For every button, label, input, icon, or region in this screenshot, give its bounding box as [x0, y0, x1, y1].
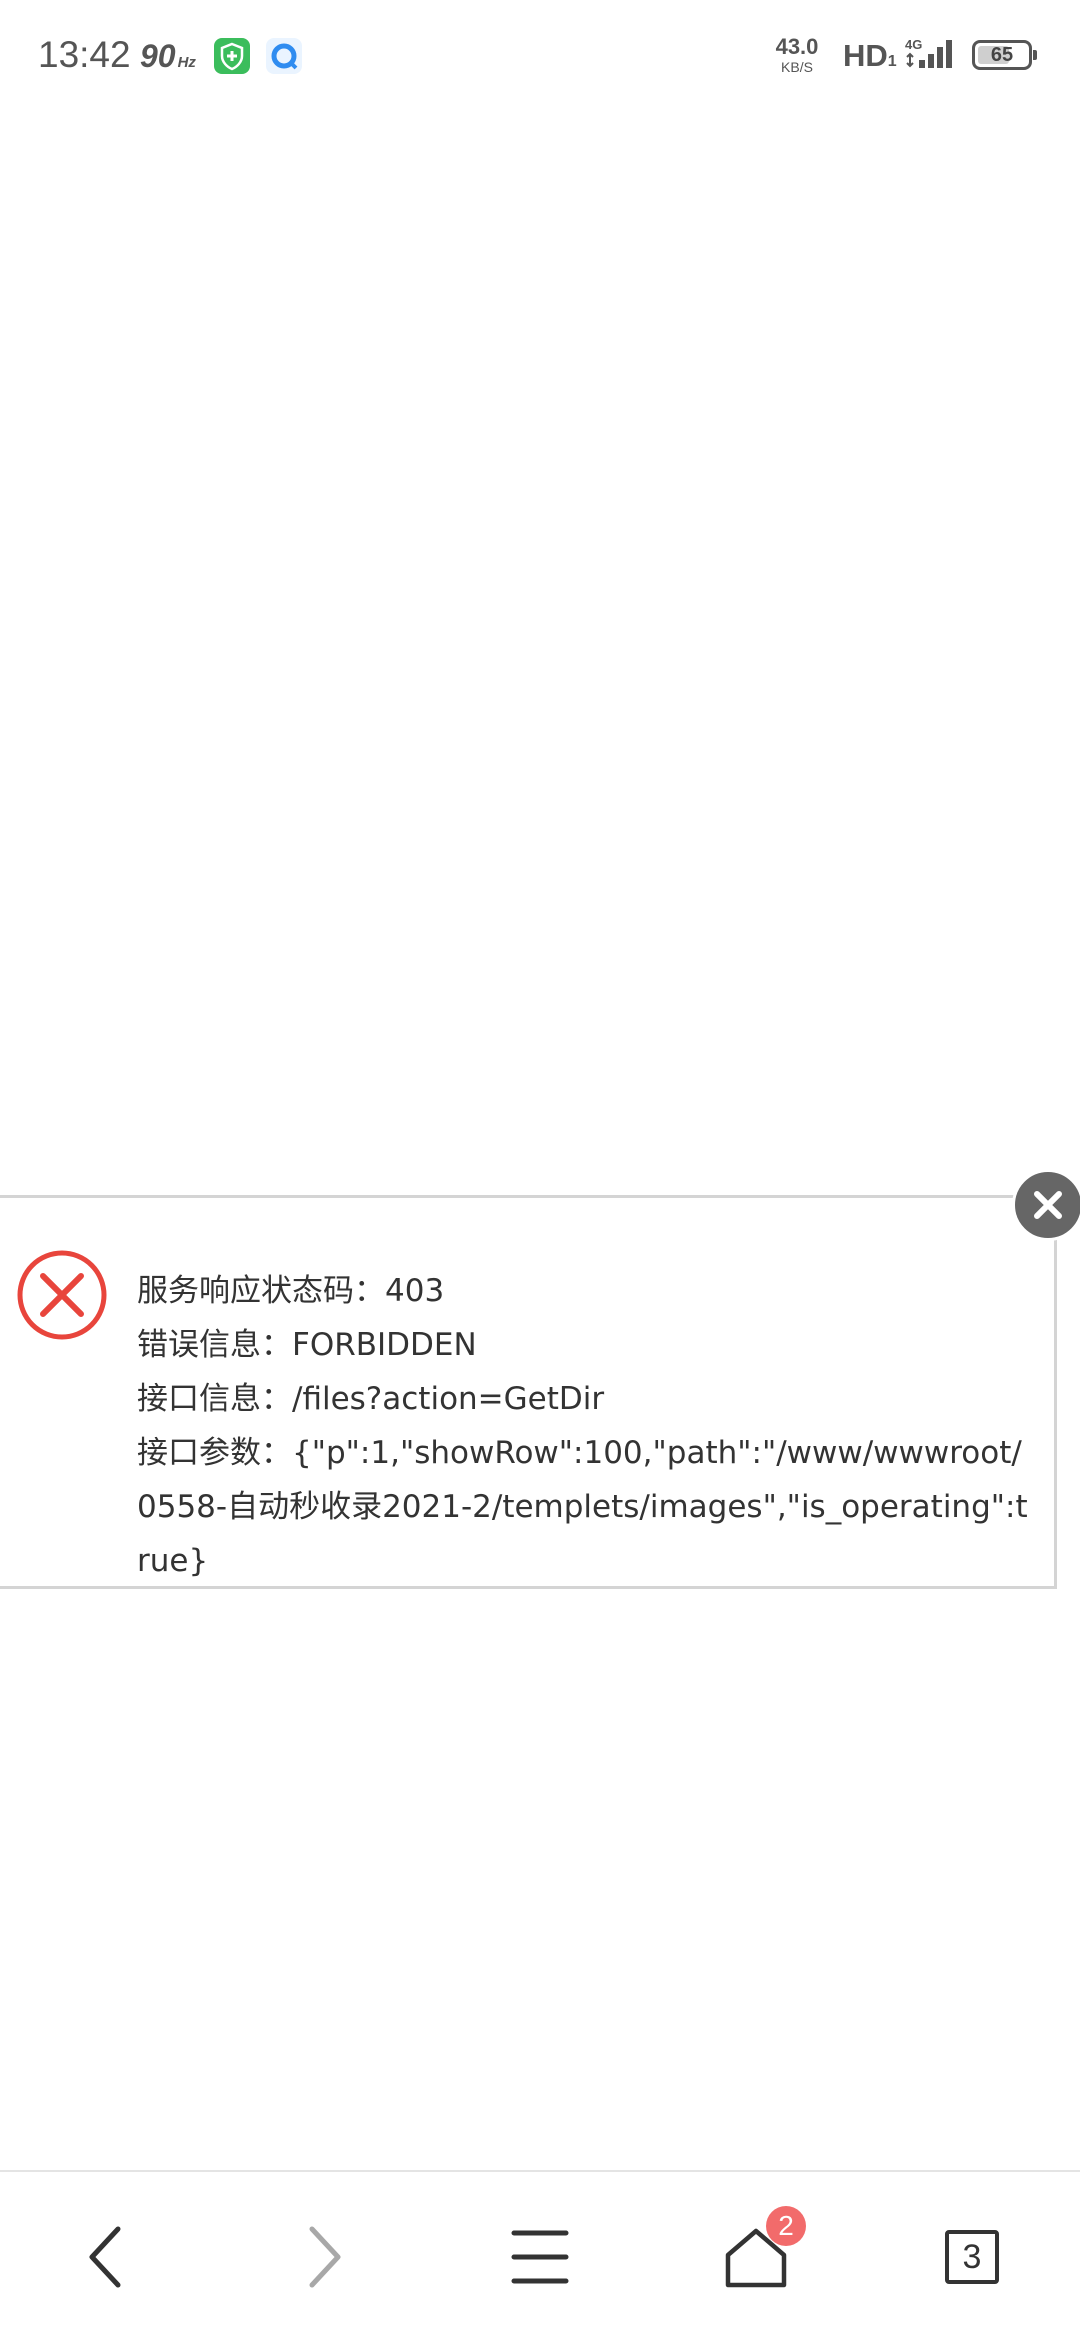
back-icon — [89, 2226, 121, 2288]
close-button[interactable] — [1012, 1169, 1080, 1241]
network-speed: 43.0 KB/S — [775, 34, 819, 75]
battery-indicator: 65 — [972, 40, 1037, 70]
close-icon — [1034, 1191, 1062, 1219]
home-badge: 2 — [766, 2206, 806, 2246]
back-button[interactable] — [56, 2212, 156, 2302]
error-message: 服务响应状态码：403 错误信息：FORBIDDEN 接口信息：/files?a… — [137, 1264, 1034, 1588]
status-code-line: 服务响应状态码：403 — [137, 1273, 445, 1309]
error-dialog: 服务响应状态码：403 错误信息：FORBIDDEN 接口信息：/files?a… — [0, 1195, 1057, 1589]
api-params-line: 接口参数：{"p":1,"showRow":100,"path":"/www/w… — [137, 1435, 1028, 1579]
forward-icon — [309, 2226, 341, 2288]
security-shield-icon — [214, 38, 250, 74]
error-x-icon — [17, 1250, 107, 1340]
refresh-rate: 90 Hz — [140, 38, 196, 74]
browser-app-icon — [266, 38, 302, 74]
hd-indicator: HD1 — [843, 38, 897, 73]
status-time: 13:42 — [38, 34, 131, 75]
forward-button[interactable] — [274, 2212, 374, 2302]
signal-icon: 4G — [905, 37, 952, 68]
menu-icon — [511, 2230, 569, 2284]
bottom-nav-bar: 2 3 — [0, 2170, 1080, 2340]
tabs-icon: 3 — [945, 2230, 999, 2284]
home-button[interactable]: 2 — [706, 2206, 806, 2302]
api-info-line: 接口信息：/files?action=GetDir — [137, 1381, 605, 1417]
status-bar: 13:42 90 Hz 43.0 KB/S HD1 4G 65 — [0, 0, 1080, 112]
tabs-button[interactable]: 3 — [922, 2212, 1022, 2302]
svg-text:4G: 4G — [905, 37, 922, 52]
menu-button[interactable] — [490, 2212, 590, 2302]
error-info-line: 错误信息：FORBIDDEN — [137, 1327, 477, 1363]
